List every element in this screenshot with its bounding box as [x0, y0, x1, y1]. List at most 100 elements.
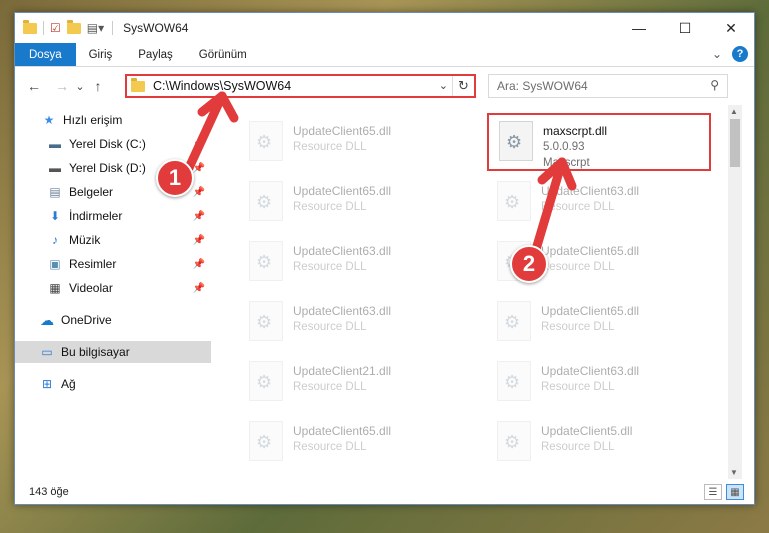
nav-item-label: Hızlı erişim: [63, 113, 123, 127]
file-detail: Resource DLL: [541, 441, 615, 453]
file-detail: 5.0.0.93: [543, 141, 585, 153]
forward-button[interactable]: →: [51, 78, 73, 94]
nav-item-network[interactable]: ⊞ Ağ: [15, 373, 211, 395]
details-view-icon[interactable]: ☰: [704, 484, 722, 500]
help-icon[interactable]: ?: [732, 46, 748, 62]
file-detail: Resource DLL: [293, 321, 367, 333]
nav-item-videos[interactable]: ▦ Videolar 📌: [15, 277, 211, 299]
file-explorer-window: ☑ ▤▾ SysWOW64 — ☐ ✕ Dosya Giriş Paylaş G…: [14, 12, 755, 505]
scroll-down-icon[interactable]: ▼: [730, 468, 738, 477]
file-tile[interactable]: UpdateClient63.dll Resource DLL: [487, 355, 717, 411]
search-icon[interactable]: ⚲: [710, 78, 719, 92]
drive-icon: ▬: [49, 161, 61, 175]
nav-item-quick-access[interactable]: ★ Hızlı erişim: [15, 109, 211, 131]
close-button[interactable]: ✕: [708, 13, 754, 43]
pin-icon[interactable]: 📌: [193, 187, 205, 198]
properties-icon[interactable]: ☑: [50, 21, 61, 35]
dll-file-icon: [249, 301, 283, 341]
pin-icon[interactable]: 📌: [193, 211, 205, 222]
tab-share[interactable]: Paylaş: [125, 43, 186, 66]
dll-file-icon: [249, 241, 283, 281]
address-bar[interactable]: C:\Windows\SysWOW64 ⌄ ↻: [125, 74, 476, 98]
file-tile[interactable]: UpdateClient65.dll Resource DLL: [239, 175, 469, 231]
file-tile[interactable]: UpdateClient65.dll Resource DLL: [239, 115, 469, 171]
nav-item-label: Yerel Disk (C:): [69, 137, 146, 151]
nav-item-label: Belgeler: [69, 185, 114, 199]
window-controls: — ☐ ✕: [616, 13, 754, 43]
file-tile[interactable]: UpdateClient63.dll Resource DLL: [239, 235, 469, 291]
dll-file-icon: [499, 121, 533, 161]
file-tile-maxscrpt[interactable]: maxscrpt.dll 5.0.0.93 Maxscrpt: [487, 113, 711, 171]
nav-item-pictures[interactable]: ▣ Resimler 📌: [15, 253, 211, 275]
file-tile[interactable]: UpdateClient63.dll Resource DLL: [239, 295, 469, 351]
dll-file-icon: [497, 361, 531, 401]
dll-file-icon: [249, 421, 283, 461]
expand-ribbon-icon[interactable]: ⌄: [712, 47, 722, 61]
view-buttons: ☰ ▦: [704, 484, 744, 500]
address-row: ← → ⌄ ↑ C:\Windows\SysWOW64 ⌄ ↻ Ara: Sys…: [15, 71, 754, 101]
customize-toolbar-icon[interactable]: ▤▾: [87, 21, 104, 35]
scroll-up-icon[interactable]: ▲: [730, 107, 738, 116]
pin-icon[interactable]: 📌: [193, 283, 205, 294]
back-button[interactable]: ←: [23, 78, 45, 94]
pin-icon[interactable]: 📌: [193, 139, 205, 150]
file-tile[interactable]: UpdateClient65.dll Resource DLL: [239, 415, 469, 471]
nav-item-label: OneDrive: [61, 313, 112, 327]
file-tile[interactable]: UpdateClient65.dll Resource DLL: [487, 295, 717, 351]
pin-icon[interactable]: 📌: [193, 235, 205, 246]
file-list: UpdateClient65.dll Resource DLL maxscrpt.d…: [225, 105, 730, 479]
nav-item-label: Yerel Disk (D:): [69, 161, 146, 175]
video-icon: ▦: [49, 281, 61, 295]
minimize-button[interactable]: —: [616, 13, 662, 43]
recent-locations-button[interactable]: ⌄: [73, 80, 87, 93]
file-name: maxscrpt.dll: [543, 124, 608, 138]
file-name: UpdateClient65.dll: [541, 304, 640, 318]
up-button[interactable]: ↑: [87, 78, 109, 94]
tab-home[interactable]: Giriş: [76, 43, 126, 66]
annotation-badge-2: 2: [510, 245, 548, 283]
maximize-button[interactable]: ☐: [662, 13, 708, 43]
scroll-thumb[interactable]: [730, 119, 740, 167]
drive-icon: ▬: [49, 137, 61, 151]
file-name: UpdateClient65.dll: [293, 424, 392, 438]
dll-file-icon: [249, 181, 283, 221]
refresh-button[interactable]: ↻: [452, 76, 474, 96]
file-tile[interactable]: UpdateClient5.dll Resource DLL: [487, 415, 717, 471]
toolbar-separator: [43, 21, 44, 35]
file-detail: Resource DLL: [541, 201, 615, 213]
dll-file-icon: [497, 421, 531, 461]
file-tile-text: UpdateClient63.dll Resource DLL: [293, 235, 391, 275]
nav-item-onedrive[interactable]: ☁ OneDrive: [15, 309, 211, 331]
file-tile-text: UpdateClient21.dll Resource DLL: [293, 355, 391, 395]
file-tile-text: UpdateClient65.dll Resource DLL: [541, 295, 639, 335]
tab-view[interactable]: Görünüm: [186, 43, 260, 66]
vertical-scrollbar[interactable]: ▲ ▼: [728, 105, 742, 479]
new-folder-icon[interactable]: [66, 19, 81, 34]
file-tile-text: UpdateClient65.dll Resource DLL: [293, 175, 391, 215]
file-name: UpdateClient63.dll: [541, 184, 640, 198]
nav-item-label: Videolar: [69, 281, 113, 295]
ribbon-right: ⌄ ?: [712, 46, 748, 62]
file-tile-text: UpdateClient63.dll Resource DLL: [541, 355, 639, 395]
file-detail: Resource DLL: [541, 321, 615, 333]
network-icon: ⊞: [41, 377, 53, 391]
address-dropdown-icon[interactable]: ⌄: [439, 79, 448, 92]
file-tile[interactable]: UpdateClient63.dll Resource DLL: [487, 175, 717, 231]
file-tile[interactable]: UpdateClient21.dll Resource DLL: [239, 355, 469, 411]
nav-item-music[interactable]: ♪ Müzik 📌: [15, 229, 211, 251]
nav-item-this-pc[interactable]: ▭ Bu bilgisayar: [15, 341, 211, 363]
address-path[interactable]: C:\Windows\SysWOW64: [153, 79, 291, 93]
nav-item-local-disk-c[interactable]: ▬ Yerel Disk (C:) 📌: [15, 133, 211, 155]
tiles-view-icon[interactable]: ▦: [726, 484, 744, 500]
search-input[interactable]: Ara: SysWOW64: [497, 79, 588, 93]
file-detail: Resource DLL: [293, 261, 367, 273]
pin-icon[interactable]: 📌: [193, 259, 205, 270]
nav-item-downloads[interactable]: ⬇ İndirmeler 📌: [15, 205, 211, 227]
search-box[interactable]: Ara: SysWOW64 ⚲: [488, 74, 728, 98]
file-tile-text: UpdateClient65.dll Resource DLL: [541, 235, 639, 275]
pin-icon[interactable]: 📌: [193, 163, 205, 174]
pictures-icon: ▣: [49, 257, 61, 271]
tab-file[interactable]: Dosya: [15, 43, 76, 66]
cloud-icon: ☁: [40, 311, 54, 328]
file-tile-text: maxscrpt.dll 5.0.0.93 Maxscrpt: [543, 115, 607, 171]
